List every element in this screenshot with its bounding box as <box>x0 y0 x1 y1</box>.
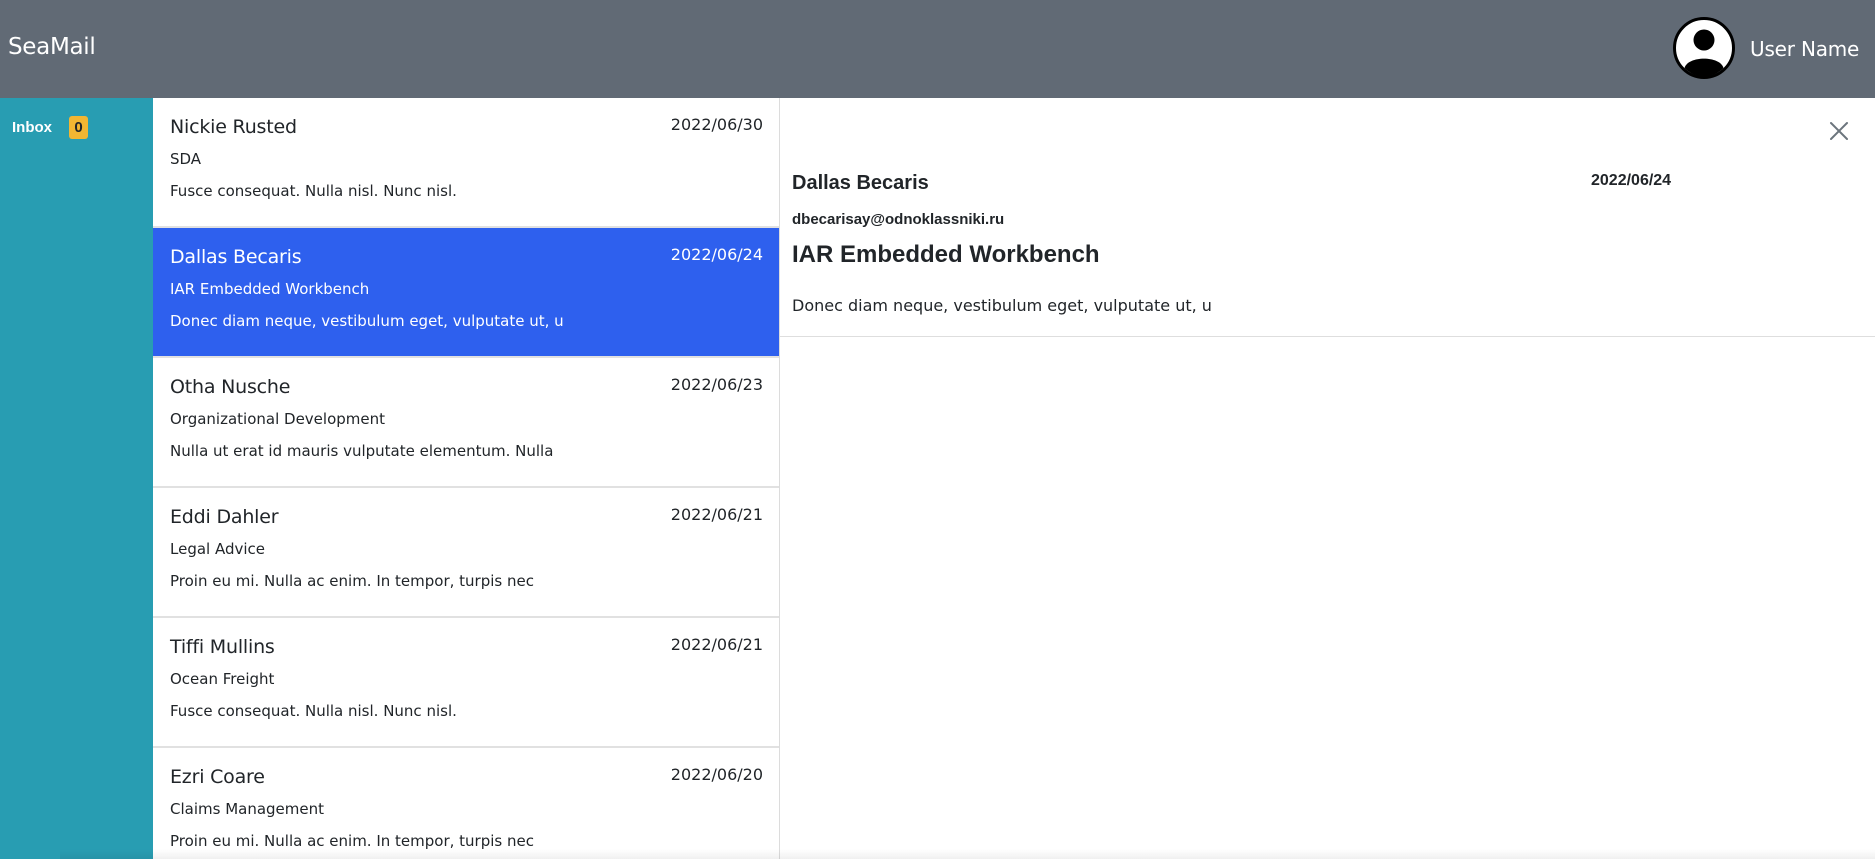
mail-preview: Proin eu mi. Nulla ac enim. In tempor, t… <box>170 572 534 590</box>
mail-subject: IAR Embedded Workbench <box>170 280 370 298</box>
mail-subject: Ocean Freight <box>170 670 275 688</box>
mail-list-item[interactable]: Eddi Dahler 2022/06/21 Legal Advice Proi… <box>153 488 779 618</box>
mail-sender: Ezri Coare <box>170 766 265 788</box>
unread-count-badge: 0 <box>69 116 88 139</box>
mail-date: 2022/06/24 <box>670 245 763 264</box>
mail-list-item[interactable]: Otha Nusche 2022/06/23 Organizational De… <box>153 358 779 488</box>
mail-date: 2022/06/21 <box>670 635 763 654</box>
user-circle-icon[interactable] <box>1673 17 1735 79</box>
reader-subject: IAR Embedded Workbench <box>792 241 1100 268</box>
reader-sender: Dallas Becaris <box>792 172 929 194</box>
app-title: SeaMail <box>8 34 96 60</box>
top-bar: SeaMail User Name <box>0 0 1875 98</box>
mail-sender: Otha Nusche <box>170 376 291 398</box>
reader-body: Donec diam neque, vestibulum eget, vulpu… <box>792 296 1212 315</box>
mail-subject: Claims Management <box>170 800 325 818</box>
reader-date: 2022/06/24 <box>1591 172 1672 189</box>
sidebar: Inbox 0 <box>0 98 153 859</box>
mail-sender: Eddi Dahler <box>170 506 279 528</box>
reader-sender-email: dbecarisay@odnoklassniki.ru <box>792 211 1005 228</box>
mail-reader: Dallas Becaris 2022/06/24 dbecarisay@odn… <box>780 98 1875 859</box>
mail-preview: Proin eu mi. Nulla ac enim. In tempor, t… <box>170 832 534 850</box>
mail-date: 2022/06/23 <box>670 375 763 394</box>
mail-list-item[interactable]: Ezri Coare 2022/06/20 Claims Management … <box>153 748 779 859</box>
sidebar-item-inbox[interactable]: Inbox 0 <box>12 116 88 139</box>
mail-date: 2022/06/30 <box>670 115 763 134</box>
mail-list-item-selected[interactable]: Dallas Becaris 2022/06/24 IAR Embedded W… <box>153 228 779 358</box>
mail-date: 2022/06/20 <box>670 765 763 784</box>
mail-list: Nickie Rusted 2022/06/30 SDA Fusce conse… <box>153 98 780 859</box>
mail-preview: Fusce consequat. Nulla nisl. Nunc nisl. <box>170 182 457 200</box>
user-name[interactable]: User Name <box>1750 37 1859 61</box>
mail-preview: Fusce consequat. Nulla nisl. Nunc nisl. <box>170 702 457 720</box>
mail-subject: Organizational Development <box>170 410 386 428</box>
sidebar-item-label: Inbox <box>12 119 52 136</box>
close-icon[interactable] <box>1827 119 1851 143</box>
mail-list-item[interactable]: Tiffi Mullins 2022/06/21 Ocean Freight F… <box>153 618 779 748</box>
mail-sender: Dallas Becaris <box>170 246 302 268</box>
mail-sender: Nickie Rusted <box>170 116 297 138</box>
mail-preview: Donec diam neque, vestibulum eget, vulpu… <box>170 312 564 330</box>
mail-subject: Legal Advice <box>170 540 266 558</box>
reader-header: Dallas Becaris 2022/06/24 dbecarisay@odn… <box>780 98 1875 337</box>
mail-preview: Nulla ut erat id mauris vulputate elemen… <box>170 442 554 460</box>
mail-subject: SDA <box>170 150 202 168</box>
mail-sender: Tiffi Mullins <box>170 636 275 658</box>
mail-date: 2022/06/21 <box>670 505 763 524</box>
mail-list-item[interactable]: Nickie Rusted 2022/06/30 SDA Fusce conse… <box>153 98 779 228</box>
